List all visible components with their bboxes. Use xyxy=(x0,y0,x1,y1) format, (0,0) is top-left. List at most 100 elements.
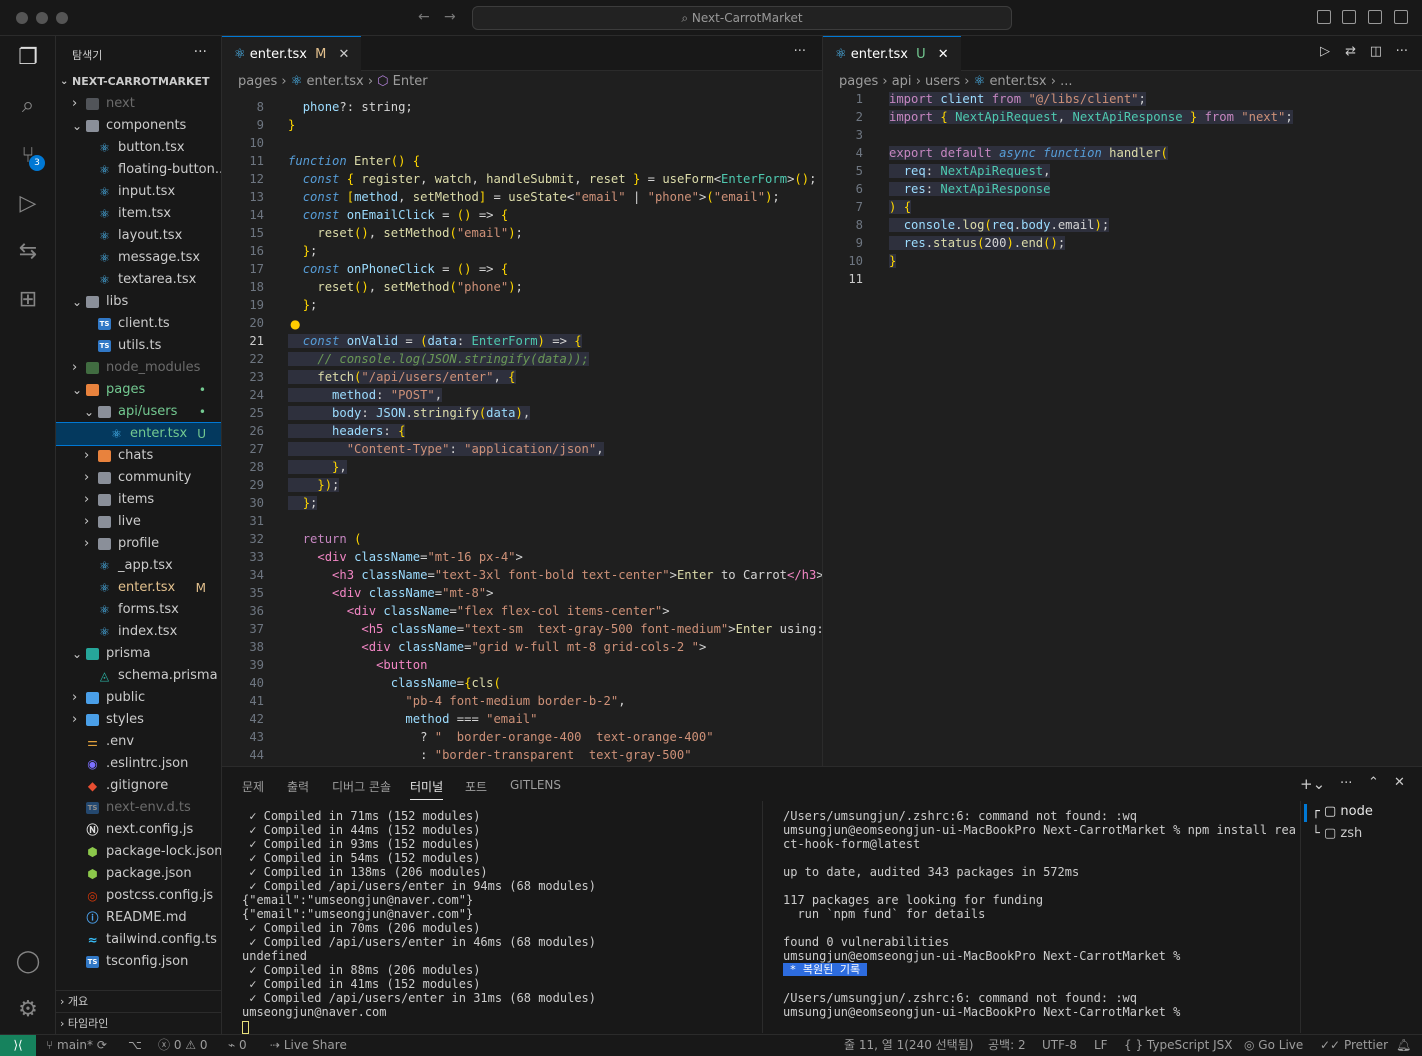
go-live-button[interactable]: ◎ Go Live xyxy=(1244,1035,1303,1056)
file-item[interactable]: TS client.ts xyxy=(56,313,221,335)
command-center-search[interactable]: ⌕ Next-CarrotMarket xyxy=(472,6,1012,30)
close-panel-icon[interactable]: ✕ xyxy=(1394,775,1405,790)
breadcrumb-item[interactable]: users xyxy=(925,74,960,89)
run-debug-icon[interactable]: ▷ xyxy=(14,190,42,218)
file-item[interactable]: ⚛ floating-button... xyxy=(56,159,221,181)
settings-gear-icon[interactable]: ⚙ xyxy=(14,996,42,1024)
file-item[interactable]: TS next-env.d.ts xyxy=(56,797,221,819)
folder-item[interactable]: › items xyxy=(56,489,221,511)
breadcrumb-item[interactable]: api xyxy=(892,74,912,89)
file-item[interactable]: ⬢ package-lock.json xyxy=(56,841,221,863)
close-window-button[interactable] xyxy=(16,12,28,24)
timeline-section[interactable]: › 타임라인 xyxy=(56,1012,221,1034)
more-actions-icon[interactable]: ··· xyxy=(194,44,207,60)
minimize-window-button[interactable] xyxy=(36,12,48,24)
file-item[interactable]: ⚛ layout.tsx xyxy=(56,225,221,247)
tab-gitlens[interactable]: GITLENS xyxy=(510,778,561,792)
file-item[interactable]: ≈ tailwind.config.ts xyxy=(56,929,221,951)
back-arrow-icon[interactable]: ← xyxy=(418,9,430,25)
maximize-window-button[interactable] xyxy=(56,12,68,24)
outline-section[interactable]: › 개요 xyxy=(56,990,221,1012)
prettier-status[interactable]: ✓✓ Prettier xyxy=(1320,1035,1388,1056)
forward-arrow-icon[interactable]: → xyxy=(444,9,456,25)
breadcrumb-item[interactable]: pages xyxy=(839,74,878,89)
remote-explorer-icon[interactable]: ⇆ xyxy=(14,238,42,266)
toggle-secondary-sidebar-icon[interactable] xyxy=(1368,10,1382,24)
close-tab-icon[interactable]: ✕ xyxy=(338,47,349,62)
file-item[interactable]: ⓘ README.md xyxy=(56,907,221,929)
terminal-zsh[interactable]: /Users/umsungjun/.zshrc:6: command not f… xyxy=(783,809,1296,1019)
terminal-list-item-zsh[interactable]: └ ▢ zsh xyxy=(1312,826,1362,841)
file-item[interactable]: ⚛ _app.tsx xyxy=(56,555,221,577)
tab-ports[interactable]: 포트 xyxy=(465,778,487,795)
git-graph-icon[interactable]: ⌥ xyxy=(128,1035,142,1056)
file-item[interactable]: ⚛ input.tsx xyxy=(56,181,221,203)
folder-item[interactable]: › styles xyxy=(56,709,221,731)
toggle-panel-icon[interactable] xyxy=(1342,10,1356,24)
breadcrumb-item[interactable]: pages xyxy=(238,74,277,89)
tab-terminal[interactable]: 터미널 xyxy=(410,778,444,800)
file-item[interactable]: TS tsconfig.json xyxy=(56,951,221,973)
file-item[interactable]: Ⓝnext.config.js xyxy=(56,819,221,841)
tab-problems[interactable]: 문제 xyxy=(242,778,264,795)
file-item[interactable]: ⚛ enter.tsx U xyxy=(56,422,221,446)
folder-item[interactable]: ⌄ prisma xyxy=(56,643,221,665)
editor-more-icon[interactable]: ··· xyxy=(794,44,806,59)
folder-item[interactable]: › live xyxy=(56,511,221,533)
file-item[interactable]: ◬ schema.prisma xyxy=(56,665,221,687)
tab-output[interactable]: 출력 xyxy=(287,778,309,795)
file-item[interactable]: ⚛ item.tsx xyxy=(56,203,221,225)
workspace-root[interactable]: ⌄ NEXT-CARROTMARKET xyxy=(56,71,221,93)
account-icon[interactable]: ◯ xyxy=(14,948,42,976)
file-item[interactable]: TS utils.ts xyxy=(56,335,221,357)
breadcrumb-item[interactable]: enter.tsx xyxy=(307,74,364,89)
folder-item[interactable]: › next xyxy=(56,93,221,115)
terminal-list-item-node[interactable]: ┌ ▢ node xyxy=(1312,804,1373,819)
breadcrumb-item[interactable]: Enter xyxy=(393,74,428,89)
run-icon[interactable]: ▷ xyxy=(1320,44,1330,59)
file-item[interactable]: ⚛ enter.tsx M xyxy=(56,577,221,599)
folder-item[interactable]: ⌄ components xyxy=(56,115,221,137)
cursor-position[interactable]: 줄 11, 열 1(240 선택됨) xyxy=(844,1035,973,1056)
folder-item[interactable]: › community xyxy=(56,467,221,489)
encoding[interactable]: UTF-8 xyxy=(1042,1035,1077,1056)
extensions-icon[interactable]: ⊞ xyxy=(14,286,42,314)
new-terminal-icon[interactable]: +⌄ xyxy=(1300,775,1325,793)
branch-indicator[interactable]: ⑂ main* ⟳ xyxy=(46,1035,107,1056)
customize-layout-icon[interactable] xyxy=(1394,10,1408,24)
tab-debug-console[interactable]: 디버그 콘솔 xyxy=(332,778,391,795)
indentation[interactable]: 공백: 2 xyxy=(988,1035,1026,1056)
file-item[interactable]: ⚛ message.tsx xyxy=(56,247,221,269)
lightbulb-icon[interactable]: ● xyxy=(290,317,300,331)
close-tab-icon[interactable]: ✕ xyxy=(938,47,949,62)
problems-indicator[interactable]: ⓧ 0 ⚠ 0 xyxy=(158,1035,208,1056)
file-item[interactable]: ⚌ .env xyxy=(56,731,221,753)
tab-enter-tsx-pages[interactable]: ⚛ enter.tsx M ✕ xyxy=(222,36,362,71)
live-share-button[interactable]: ⇢ Live Share xyxy=(270,1035,347,1056)
file-item[interactable]: ⚛ index.tsx xyxy=(56,621,221,643)
file-item[interactable]: ◎ postcss.config.js xyxy=(56,885,221,907)
compare-icon[interactable]: ⇄ xyxy=(1345,44,1356,59)
panel-more-icon[interactable]: ··· xyxy=(1340,776,1352,791)
search-icon[interactable]: ⌕ xyxy=(14,92,42,120)
folder-item[interactable]: ⌄ pages • xyxy=(56,379,221,401)
remote-indicator-icon[interactable]: ⟩⟨ xyxy=(0,1035,36,1056)
explorer-icon[interactable]: ❐ xyxy=(14,44,42,72)
tab-enter-tsx-api[interactable]: ⚛ enter.tsx U ✕ xyxy=(823,36,961,71)
file-item[interactable]: ⬢ package.json xyxy=(56,863,221,885)
breadcrumb-item[interactable]: enter.tsx xyxy=(989,74,1046,89)
folder-item[interactable]: › profile xyxy=(56,533,221,555)
split-editor-icon[interactable]: ◫ xyxy=(1370,44,1382,59)
terminal-node[interactable]: ✓ Compiled in 71ms (152 modules) ✓ Compi… xyxy=(242,809,596,1034)
ports-indicator[interactable]: ⌁ 0 xyxy=(228,1035,247,1056)
breadcrumb-item[interactable]: ... xyxy=(1060,74,1072,89)
eol[interactable]: LF xyxy=(1094,1035,1108,1056)
language-mode[interactable]: { } TypeScript JSX xyxy=(1124,1035,1232,1056)
file-item[interactable]: ◆ .gitignore xyxy=(56,775,221,797)
toggle-sidebar-icon[interactable] xyxy=(1317,10,1331,24)
folder-item[interactable]: › chats xyxy=(56,445,221,467)
file-item[interactable]: ◉ .eslintrc.json xyxy=(56,753,221,775)
editor-more-icon[interactable]: ··· xyxy=(1396,44,1408,59)
file-item[interactable]: ⚛ forms.tsx xyxy=(56,599,221,621)
file-item[interactable]: ⚛ button.tsx xyxy=(56,137,221,159)
